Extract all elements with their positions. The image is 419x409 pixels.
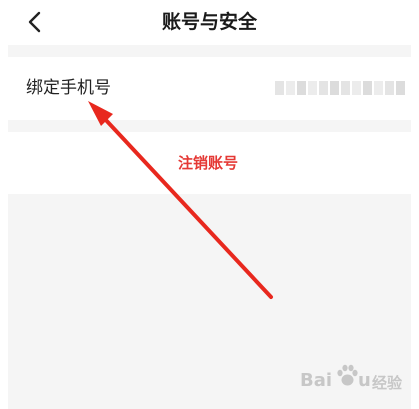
chevron-left-icon — [28, 11, 41, 33]
page-title: 账号与安全 — [161, 11, 257, 33]
watermark-text-latin-2: u — [358, 370, 371, 391]
watermark-text-latin: Bai — [300, 370, 333, 391]
section-divider — [8, 120, 411, 132]
bind-phone-row[interactable]: 绑定手机号 — [8, 57, 411, 120]
paw-icon — [337, 364, 358, 386]
top-bar: 账号与安全 — [0, 0, 419, 45]
deregister-account-row[interactable]: 注销账号 — [8, 132, 411, 194]
section-divider — [8, 45, 411, 57]
bind-phone-value-blurred — [275, 80, 405, 96]
deregister-account-label: 注销账号 — [178, 154, 239, 172]
watermark: Bai u 经验 — [300, 360, 412, 400]
bind-phone-label: 绑定手机号 — [26, 78, 111, 98]
watermark-text-cn: 经验 — [372, 374, 403, 392]
back-button[interactable] — [22, 8, 50, 36]
